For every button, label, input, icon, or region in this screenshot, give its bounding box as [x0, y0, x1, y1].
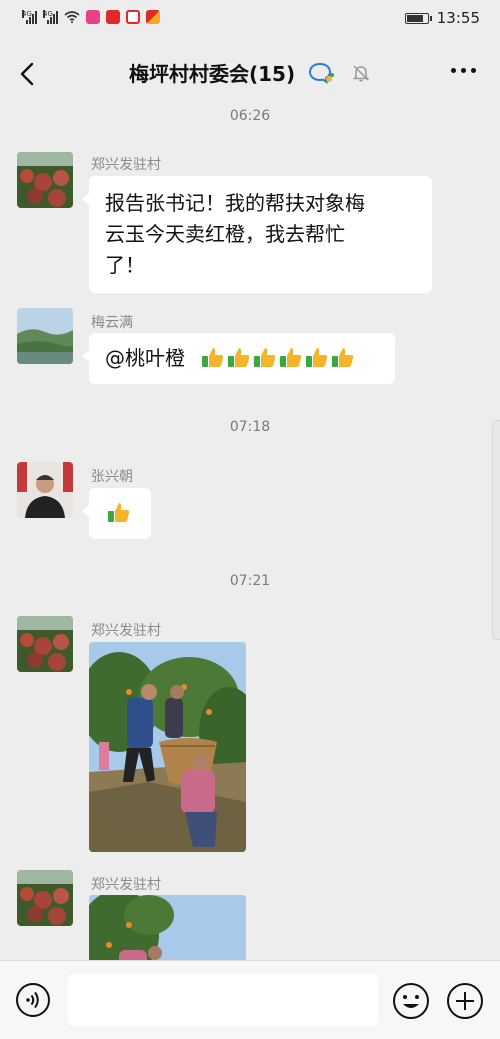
- chat-area[interactable]: 06:26 郑兴发驻村 报告张书记！我的帮扶对象梅 云玉今天卖红橙，我去帮忙 了…: [0, 108, 500, 960]
- message-line: 了！: [105, 253, 145, 277]
- app-badge-icon: [106, 10, 120, 24]
- thumbs-up-row: [199, 346, 355, 370]
- chat-title-area: 梅坪村村委会(15): [0, 58, 500, 87]
- signal-icon: 4G: [22, 10, 37, 24]
- chat-title: 梅坪村村委会(15): [128, 62, 296, 86]
- signal-icon: 4G: [43, 10, 58, 24]
- orange-harvest-photo[interactable]: [89, 895, 246, 960]
- mention-text: @桃叶橙: [105, 346, 185, 370]
- person-avatar[interactable]: [17, 462, 73, 518]
- signal-label: 4G: [22, 10, 32, 18]
- landscape-avatar[interactable]: [17, 308, 73, 364]
- thumbs-up-icon: [108, 503, 130, 522]
- status-time: 13:55: [436, 9, 480, 27]
- message-line: 云玉今天卖红橙，我去帮忙: [105, 222, 345, 246]
- flowers-avatar[interactable]: [17, 152, 73, 208]
- input-bar: [0, 960, 500, 1039]
- sender-name: 梅云满: [91, 315, 133, 331]
- sender-name: 郑兴发驻村: [91, 157, 161, 173]
- sender-name: 张兴朝: [91, 469, 133, 485]
- wifi-icon: [64, 11, 80, 23]
- more-icon[interactable]: [451, 68, 476, 73]
- battery-level: [406, 14, 423, 22]
- thumbs-up-icon: [202, 348, 224, 367]
- timestamp: 06:26: [229, 108, 271, 124]
- thumbs-up-row: [105, 501, 131, 525]
- signal-label: 4G: [43, 10, 53, 18]
- thumbs-up-icon: [254, 348, 276, 367]
- message-bubble[interactable]: 报告张书记！我的帮扶对象梅 云玉今天卖红橙，我去帮忙 了！: [82, 176, 432, 293]
- status-icons-right: 13:55: [404, 9, 480, 27]
- app-badge-icon: [146, 10, 160, 24]
- message-bubble[interactable]: @桃叶橙: [82, 333, 395, 384]
- thumbs-up-icon: [228, 348, 250, 367]
- emoji-icon[interactable]: [392, 982, 430, 1020]
- orange-harvest-photo[interactable]: [89, 642, 246, 852]
- plus-icon[interactable]: [446, 982, 484, 1020]
- thumbs-up-icon: [306, 348, 328, 367]
- status-bar: 4G 4G 13:55: [0, 0, 500, 40]
- sender-name: 郑兴发驻村: [91, 623, 161, 639]
- app-badge-icon: [86, 10, 100, 24]
- sender-name: 郑兴发驻村: [91, 877, 161, 893]
- flowers-avatar[interactable]: [17, 616, 73, 672]
- thumbs-up-icon: [280, 348, 302, 367]
- voice-icon[interactable]: [15, 982, 51, 1018]
- timestamp: 07:21: [229, 573, 271, 589]
- flowers-avatar[interactable]: [17, 870, 73, 926]
- timestamp: 07:18: [229, 419, 271, 435]
- message-input[interactable]: [68, 974, 378, 1026]
- app-badge-icon: [126, 10, 140, 24]
- chat-header: 梅坪村村委会(15): [0, 40, 500, 108]
- mute-icon: [352, 64, 370, 81]
- scrollbar[interactable]: [492, 420, 500, 640]
- group-chat-icon: [309, 62, 335, 84]
- battery-icon: [404, 12, 432, 24]
- message-line: 报告张书记！我的帮扶对象梅: [105, 191, 365, 215]
- status-icons-left: 4G 4G: [22, 10, 160, 24]
- thumbs-up-icon: [332, 348, 354, 367]
- message-bubble[interactable]: [82, 488, 151, 539]
